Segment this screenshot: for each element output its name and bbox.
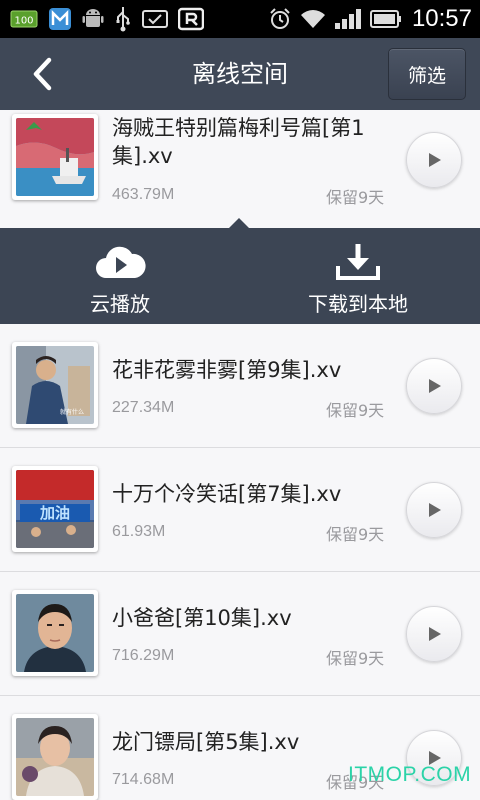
action-panel: 云播放 下载到本地	[0, 218, 480, 324]
play-icon	[429, 379, 441, 393]
cloud-play-label: 云播放	[90, 292, 150, 316]
list-item[interactable]: 海贼王特别篇梅利号篇[第1集].xv 463.79M 保留9天	[0, 110, 480, 228]
file-size: 61.93M	[112, 523, 166, 540]
panel-pointer	[228, 218, 250, 229]
signal-icon	[334, 8, 362, 30]
video-thumbnail	[12, 714, 98, 800]
android-icon	[82, 7, 104, 31]
retention-label: 保留9天	[326, 649, 385, 668]
task-check-icon	[142, 9, 168, 29]
app-header: 离线空间 筛选	[0, 38, 480, 110]
file-size: 714.68M	[112, 771, 175, 788]
download-icon	[336, 244, 380, 280]
video-thumbnail: 加油	[12, 466, 98, 552]
list-item[interactable]: 小爸爸[第10集].xv 716.29M 保留9天	[0, 572, 480, 696]
status-bar-system: 10:57	[268, 4, 472, 34]
play-icon	[429, 503, 441, 517]
download-label: 下载到本地	[308, 292, 408, 316]
file-size: 227.34M	[112, 399, 175, 416]
retention-label: 保留9天	[326, 188, 385, 207]
video-title: 龙门镖局[第5集].xv	[112, 730, 300, 754]
video-thumbnail	[12, 590, 98, 676]
app-m-icon	[48, 7, 72, 31]
video-thumbnail	[12, 114, 98, 200]
retention-label: 保留9天	[326, 525, 385, 544]
retention-label: 保留9天	[326, 401, 385, 420]
cloud-play-action[interactable]: 云播放	[70, 228, 170, 324]
status-bar: 100 10:57	[0, 0, 480, 38]
play-button[interactable]	[406, 482, 462, 538]
back-arrow-icon	[33, 57, 52, 91]
video-title: 海贼王特别篇梅利号篇[第1集].xv	[112, 116, 365, 168]
battery-100-notification-icon: 100	[10, 9, 38, 29]
status-time: 10:57	[411, 5, 472, 32]
play-icon	[429, 627, 441, 641]
svg-text:加油: 加油	[39, 504, 70, 522]
alarm-icon	[268, 7, 292, 31]
list-item[interactable]: 就有什么 花非花雾非雾[第9集].xv 227.34M 保留9天	[0, 324, 480, 448]
download-action[interactable]: 下载到本地	[300, 228, 416, 324]
svg-text:就有什么: 就有什么	[60, 408, 84, 416]
file-size: 463.79M	[112, 186, 175, 203]
video-title: 小爸爸[第10集].xv	[112, 606, 292, 630]
battery-icon	[369, 9, 402, 29]
play-button[interactable]	[406, 606, 462, 662]
watermark: ITMOP.COM	[348, 763, 472, 786]
video-title: 十万个冷笑话[第7集].xv	[112, 482, 342, 506]
play-button[interactable]	[406, 358, 462, 414]
usb-icon	[114, 6, 132, 32]
list-item[interactable]: 加油 十万个冷笑话[第7集].xv 61.93M 保留9天	[0, 448, 480, 572]
battery-badge-text: 100	[14, 16, 33, 27]
cloud-play-icon	[96, 246, 146, 278]
play-icon	[429, 153, 441, 167]
file-size: 716.29M	[112, 647, 175, 664]
app-r-icon	[178, 7, 204, 31]
status-bar-notifications: 100	[10, 6, 204, 32]
video-thumbnail: 就有什么	[12, 342, 98, 428]
play-button[interactable]	[406, 132, 462, 188]
back-button[interactable]	[20, 52, 64, 96]
wifi-icon	[300, 8, 326, 30]
video-title: 花非花雾非雾[第9集].xv	[112, 358, 342, 382]
filter-button[interactable]: 筛选	[388, 48, 466, 100]
